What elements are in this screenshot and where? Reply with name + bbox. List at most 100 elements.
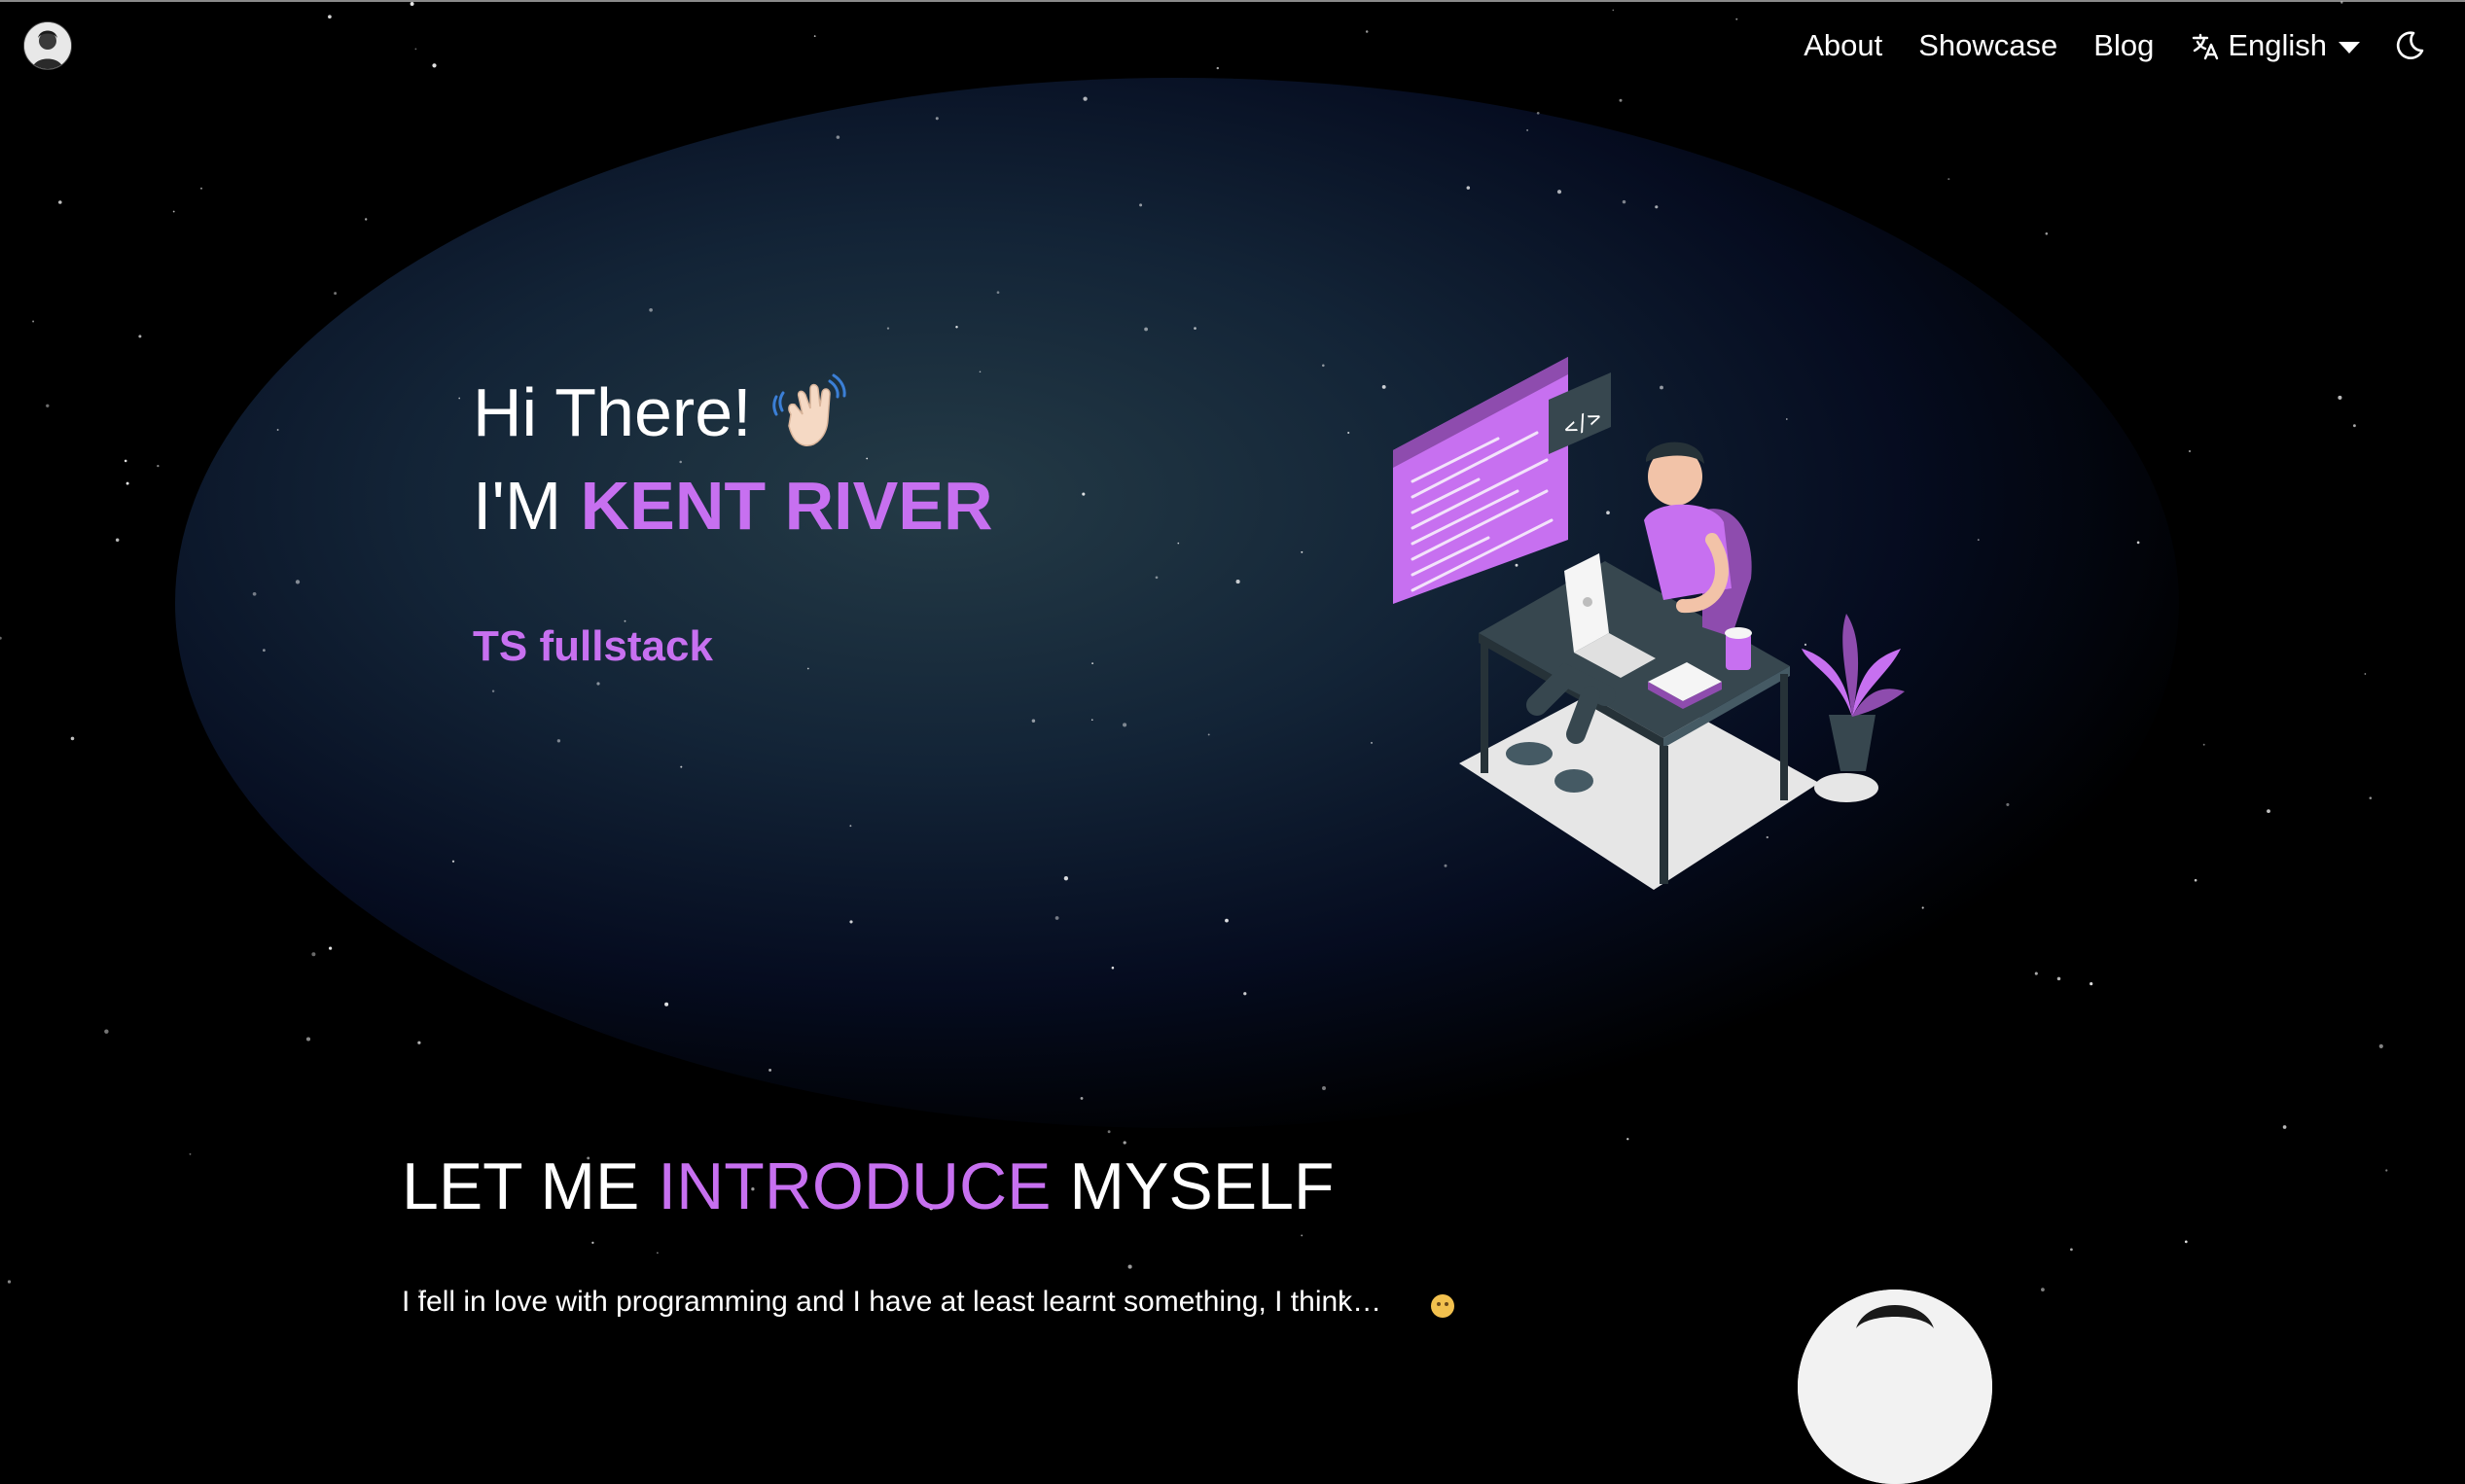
star xyxy=(157,464,160,468)
intro-title-highlight: INTRODUCE xyxy=(658,1149,1052,1223)
star xyxy=(276,429,279,431)
star xyxy=(1301,550,1304,553)
star xyxy=(2364,673,2367,675)
star xyxy=(886,327,890,330)
star xyxy=(2338,395,2342,400)
star xyxy=(2184,1240,2188,1244)
star xyxy=(263,649,266,653)
nav-links: About Showcase Blog English xyxy=(1768,25,2426,66)
moon-icon[interactable] xyxy=(2393,29,2426,62)
star xyxy=(836,135,840,139)
star xyxy=(491,689,495,693)
star xyxy=(849,920,853,924)
star xyxy=(2282,1125,2287,1129)
star xyxy=(1207,733,1210,736)
star xyxy=(1091,662,1094,665)
hero-greeting: Hi There! xyxy=(473,368,847,457)
greeting-text: Hi There! xyxy=(473,374,752,450)
star xyxy=(657,1252,659,1254)
star xyxy=(295,580,301,584)
star xyxy=(680,765,683,768)
star xyxy=(768,1068,772,1072)
star xyxy=(2194,878,2197,882)
star xyxy=(1921,906,1924,909)
intro-title-post: MYSELF xyxy=(1069,1149,1335,1223)
star xyxy=(979,371,982,373)
star xyxy=(1655,205,1659,209)
star xyxy=(1536,111,1540,115)
star xyxy=(2267,809,2270,814)
star xyxy=(104,1029,109,1034)
star xyxy=(1526,128,1529,131)
star xyxy=(1083,96,1088,101)
profile-avatar[interactable] xyxy=(23,21,72,70)
star xyxy=(596,682,600,686)
star xyxy=(2056,976,2061,981)
star xyxy=(591,1241,594,1245)
star xyxy=(115,538,120,543)
star xyxy=(2006,802,2010,806)
chevron-down-icon xyxy=(2339,42,2360,53)
star xyxy=(849,825,852,828)
star xyxy=(1225,918,1229,923)
star xyxy=(2034,972,2038,975)
hero-name-line: I'M KENT RIVER xyxy=(473,461,993,550)
star xyxy=(1626,1138,1629,1141)
star xyxy=(996,291,1000,295)
star xyxy=(1556,190,1562,194)
star xyxy=(125,481,129,485)
star xyxy=(2041,1288,2045,1291)
intro-avatar xyxy=(1798,1290,1992,1484)
star xyxy=(1063,876,1069,881)
nav-blog[interactable]: Blog xyxy=(2093,25,2154,66)
star xyxy=(58,200,62,204)
star xyxy=(2378,1043,2383,1048)
star xyxy=(1322,364,1325,368)
star xyxy=(1371,741,1373,744)
star xyxy=(2136,541,2140,545)
star xyxy=(955,326,958,329)
star xyxy=(138,335,142,338)
star xyxy=(2188,449,2192,453)
nav-showcase[interactable]: Showcase xyxy=(1918,25,2057,66)
star xyxy=(199,187,203,190)
star xyxy=(1177,542,1180,545)
star xyxy=(2045,232,2049,235)
star xyxy=(32,320,35,323)
language-selector[interactable]: English xyxy=(2191,25,2360,66)
star xyxy=(417,1041,421,1044)
star xyxy=(935,117,939,121)
star xyxy=(2352,424,2356,428)
star xyxy=(2070,1248,2073,1252)
nav-about[interactable]: About xyxy=(1804,25,1882,66)
translate-icon xyxy=(2193,33,2219,60)
star xyxy=(649,307,653,312)
star xyxy=(1144,327,1148,332)
emoji-icon xyxy=(1431,1294,1454,1318)
intro-heading: LET ME INTRODUCE MYSELF xyxy=(402,1146,1334,1227)
star xyxy=(1466,186,1471,190)
star xyxy=(1347,431,1350,435)
star xyxy=(2369,796,2373,799)
star xyxy=(866,457,869,460)
waving-hand-icon xyxy=(771,373,846,446)
hero-name: KENT RIVER xyxy=(580,468,993,544)
starfield-background xyxy=(0,1,2388,1309)
star xyxy=(305,1037,311,1042)
star xyxy=(451,860,455,863)
star xyxy=(252,591,257,596)
star xyxy=(1619,98,1623,102)
star xyxy=(1054,916,1059,920)
star xyxy=(2090,982,2093,986)
star xyxy=(1111,966,1115,970)
star xyxy=(1977,539,1980,542)
language-label: English xyxy=(2228,28,2327,62)
star xyxy=(1139,203,1143,207)
star xyxy=(70,736,75,741)
star xyxy=(365,218,368,221)
star xyxy=(2385,1169,2388,1172)
star xyxy=(1031,719,1036,724)
star xyxy=(2202,743,2205,746)
intro-paragraph: I fell in love with programming and I ha… xyxy=(402,1286,1382,1318)
star xyxy=(1107,1130,1111,1134)
